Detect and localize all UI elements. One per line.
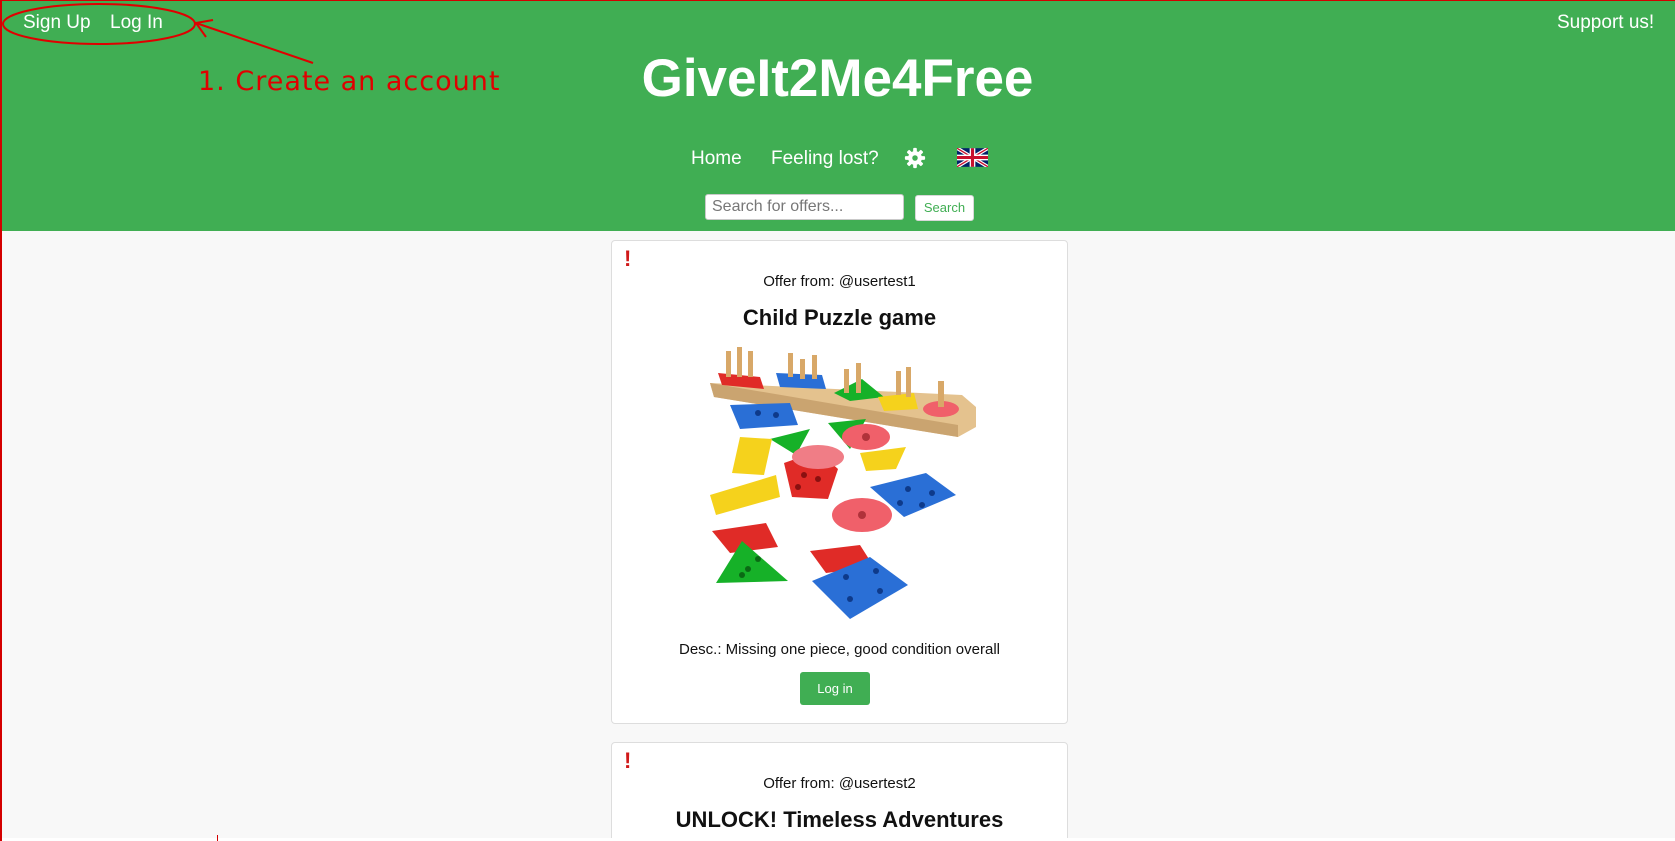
offer-login-button[interactable]: Log in: [800, 672, 870, 705]
offer-image: [710, 347, 976, 619]
site-header: Sign Up Log In Support us! GiveIt2Me4Fre…: [0, 0, 1675, 231]
signup-link[interactable]: Sign Up: [23, 12, 91, 34]
search-input[interactable]: [705, 194, 904, 220]
uk-flag-icon[interactable]: [956, 146, 989, 169]
gear-icon[interactable]: [904, 147, 926, 169]
search-button[interactable]: Search: [915, 195, 974, 221]
support-link[interactable]: Support us!: [1557, 12, 1654, 34]
annotation-border: [0, 0, 1675, 1]
offer-author: Offer from: @usertest1: [763, 273, 916, 290]
page-root: Sign Up Log In Support us! GiveIt2Me4Fre…: [0, 0, 1675, 841]
nav-feeling-lost[interactable]: Feeling lost?: [771, 148, 879, 170]
offer-card: ! Offer from: @usertest2 UNLOCK! Timeles…: [611, 742, 1068, 841]
offer-title: Child Puzzle game: [742, 305, 937, 330]
annotation-border: [0, 0, 2, 841]
report-icon[interactable]: !: [624, 246, 631, 272]
offer-description: Desc.: Missing one piece, good condition…: [678, 641, 1000, 658]
offer-card: ! Offer from: @usertest1 Child Puzzle ga…: [611, 240, 1068, 724]
offer-author: Offer from: @usertest2: [763, 775, 916, 792]
annotation-text: 1. Create an account: [198, 66, 501, 97]
report-icon[interactable]: !: [624, 748, 631, 774]
annotation-mark: [217, 835, 218, 841]
nav-home[interactable]: Home: [691, 148, 742, 170]
login-link[interactable]: Log In: [110, 12, 163, 34]
offer-title: UNLOCK! Timeless Adventures: [675, 807, 1004, 832]
